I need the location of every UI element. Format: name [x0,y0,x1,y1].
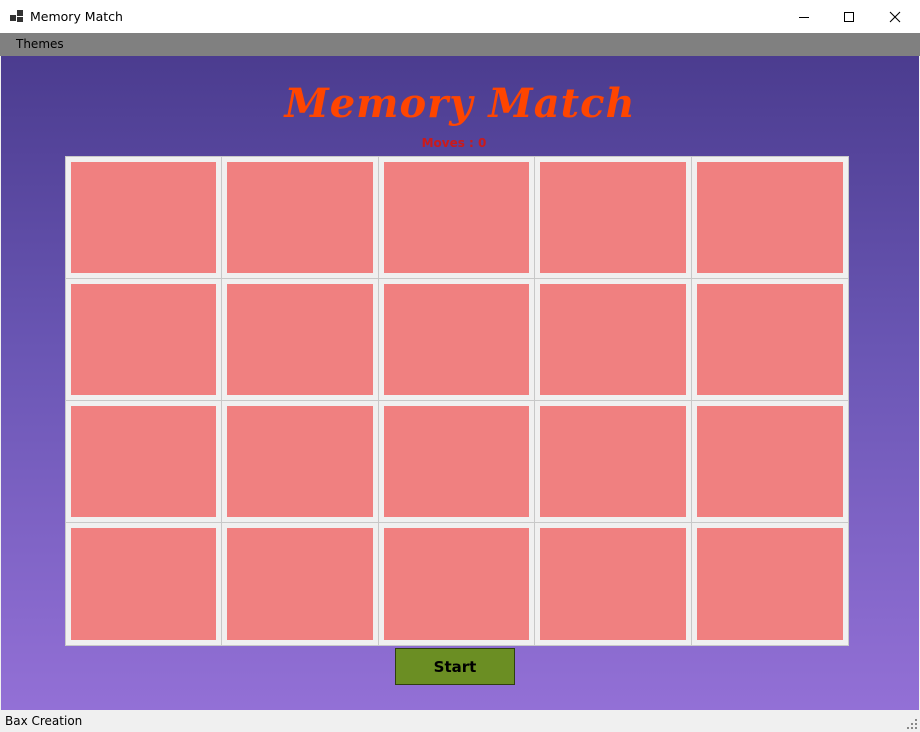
close-button[interactable] [872,0,918,33]
card-back[interactable] [540,162,686,273]
card-back[interactable] [540,284,686,395]
card-back[interactable] [71,528,217,640]
game-title: Memory Match [284,80,636,127]
card-back[interactable] [227,284,373,395]
maximize-button[interactable] [826,0,872,33]
card-back[interactable] [227,162,373,273]
card-slot[interactable] [66,401,223,523]
app-icon [10,10,23,22]
card-slot[interactable] [535,523,692,645]
card-slot[interactable] [222,523,379,645]
card-slot[interactable] [222,401,379,523]
menu-bar: Themes [0,33,920,56]
card-slot[interactable] [66,279,223,401]
card-slot[interactable] [692,523,848,645]
card-slot[interactable] [66,523,223,645]
card-back[interactable] [71,406,217,517]
moves-counter: Moves : 0 [421,136,487,150]
card-slot[interactable] [222,279,379,401]
card-back[interactable] [71,162,217,273]
start-button[interactable]: Start [395,648,515,685]
card-back[interactable] [383,284,530,395]
status-bar: Bax Creation [0,710,920,732]
card-grid [65,156,849,646]
card-slot[interactable] [378,401,536,523]
minimize-icon [799,17,809,18]
title-bar[interactable]: Memory Match [0,0,920,33]
card-back[interactable] [696,284,843,395]
card-back[interactable] [227,528,373,640]
card-back[interactable] [227,406,373,517]
status-text: Bax Creation [5,714,83,728]
menu-item-themes[interactable]: Themes [16,37,64,51]
card-slot[interactable] [691,157,848,279]
card-slot[interactable] [535,401,692,523]
card-slot[interactable] [378,157,536,279]
card-slot[interactable] [691,279,848,401]
card-slot[interactable] [535,157,692,279]
close-icon [889,11,901,23]
card-back[interactable] [71,284,217,395]
card-back[interactable] [383,406,530,517]
card-slot[interactable] [379,523,536,645]
app-window: Memory Match Themes Memory Match Moves :… [0,0,920,732]
window-title: Memory Match [30,9,123,24]
card-back[interactable] [696,528,843,640]
minimize-button[interactable] [781,0,827,33]
card-slot[interactable] [691,401,848,523]
card-back[interactable] [696,406,843,517]
card-slot[interactable] [222,157,379,279]
card-slot[interactable] [66,157,223,279]
game-area: Memory Match Moves : 0 Start [1,56,919,710]
card-back[interactable] [540,406,686,517]
card-back[interactable] [383,162,530,273]
card-back[interactable] [383,528,530,640]
card-slot[interactable] [378,279,536,401]
maximize-icon [844,12,854,22]
card-back[interactable] [540,528,686,640]
card-back[interactable] [696,162,843,273]
resize-grip-icon[interactable] [906,718,918,730]
card-slot[interactable] [535,279,692,401]
